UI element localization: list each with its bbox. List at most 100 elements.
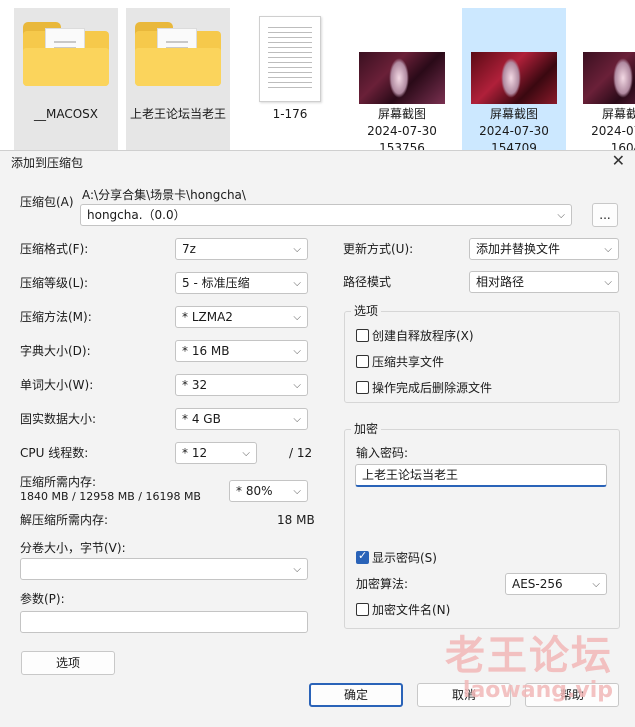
word-select[interactable]: * 32 ⌵	[175, 374, 308, 396]
file-item-screenshot-selected[interactable]: 屏幕截图 2024-07-30 154709	[462, 8, 566, 150]
password-label: 输入密码:	[356, 446, 409, 460]
file-item-label: 1-176	[272, 107, 308, 121]
chevron-down-icon: ⌵	[293, 486, 301, 497]
update-mode-label: 更新方式(U):	[343, 242, 414, 256]
memory-label: 压缩所需内存:	[20, 475, 97, 489]
file-item-date: 2024-07-30	[479, 124, 549, 138]
sfx-label: 创建自释放程序(X)	[372, 329, 474, 343]
file-item-label: 屏幕截图	[601, 107, 635, 121]
chevron-down-icon: ⌵	[293, 278, 301, 289]
folder-icon	[23, 22, 109, 86]
file-item-label: 屏幕截图	[377, 107, 426, 121]
level-select[interactable]: 5 - 标准压缩 ⌵	[175, 272, 308, 294]
chevron-down-icon: ⌵	[293, 380, 301, 391]
file-item-folder[interactable]: 上老王论坛当老王	[126, 8, 230, 150]
encryption-group-title: 加密	[351, 421, 382, 437]
file-item-subname: 1604	[610, 141, 635, 150]
method-label: 压缩方法(M):	[20, 310, 92, 324]
file-item-screenshot[interactable]: 屏幕截图 2024-07-30 1604	[574, 8, 635, 150]
delete-after-checkbox[interactable]	[356, 381, 369, 394]
archive-name-value: hongcha.（0.0）	[87, 208, 186, 222]
solid-select[interactable]: * 4 GB ⌵	[175, 408, 308, 430]
format-label: 压缩格式(F):	[20, 242, 89, 256]
show-password-checkbox[interactable]	[356, 549, 369, 564]
dialog-title: 添加到压缩包	[11, 156, 84, 170]
shared-files-checkbox[interactable]	[356, 355, 369, 368]
archive-label: 压缩包(A)	[20, 195, 74, 209]
split-select[interactable]: ⌵	[20, 558, 308, 580]
path-mode-label: 路径模式	[343, 275, 392, 289]
chevron-down-icon: ⌵	[293, 244, 301, 255]
ok-button[interactable]: 确定	[309, 683, 403, 707]
add-to-archive-dialog: 添加到压缩包 ✕ 压缩包(A) A:\分享合集\场景卡\hongcha\ hon…	[0, 150, 635, 727]
close-icon[interactable]: ✕	[612, 152, 625, 170]
update-mode-select[interactable]: 添加并替换文件 ⌵	[469, 238, 619, 260]
watermark-title: 老王论坛	[445, 633, 613, 679]
method-select[interactable]: * LZMA2 ⌵	[175, 306, 308, 328]
file-explorer-strip: __MACOSX 上老王论坛当老王 1-176 屏幕截图 2024-07-30 …	[0, 0, 635, 150]
file-item-macosx[interactable]: __MACOSX	[14, 8, 118, 150]
split-label: 分卷大小，字节(V):	[20, 541, 126, 555]
shared-files-label: 压缩共享文件	[372, 355, 445, 369]
file-item-date: 2024-07-30	[367, 124, 437, 138]
encryption-method-value: AES-256	[512, 577, 563, 591]
method-value: * LZMA2	[182, 310, 233, 324]
file-item-label: 上老王论坛当老王	[130, 107, 227, 121]
solid-label: 固实数据大小:	[20, 412, 97, 426]
format-value: 7z	[182, 242, 196, 256]
threads-value: * 12	[182, 446, 208, 460]
update-mode-value: 添加并替换文件	[476, 242, 561, 256]
dict-value: * 16 MB	[182, 344, 230, 358]
delete-after-label: 操作完成后删除源文件	[372, 381, 493, 395]
params-label: 参数(P):	[20, 592, 65, 606]
level-label: 压缩等级(L):	[20, 276, 89, 290]
document-icon	[259, 16, 321, 102]
memory-detail: 1840 MB / 12958 MB / 16198 MB	[20, 490, 201, 503]
cancel-button[interactable]: 取消	[417, 683, 511, 707]
image-thumbnail	[583, 52, 635, 104]
memory-value: * 80%	[236, 484, 273, 498]
memory-select[interactable]: * 80% ⌵	[229, 480, 308, 502]
file-item-screenshot[interactable]: 屏幕截图 2024-07-30 153756	[350, 8, 454, 150]
dict-label: 字典大小(D):	[20, 344, 91, 358]
sfx-checkbox[interactable]	[356, 329, 369, 342]
image-thumbnail	[471, 52, 557, 104]
dialog-titlebar: 添加到压缩包 ✕	[0, 151, 635, 173]
threads-label: CPU 线程数:	[20, 446, 89, 460]
options-button[interactable]: 选项	[21, 651, 115, 675]
encryption-method-select[interactable]: AES-256 ⌵	[505, 573, 607, 595]
word-label: 单词大小(W):	[20, 378, 94, 392]
chevron-down-icon: ⌵	[293, 564, 301, 575]
chevron-down-icon: ⌵	[604, 277, 612, 288]
file-item-label: __MACOSX	[33, 107, 98, 121]
chevron-down-icon: ⌵	[242, 448, 250, 459]
help-button[interactable]: 帮助	[525, 683, 619, 707]
decompress-memory-value: 18 MB	[277, 513, 315, 527]
dict-select[interactable]: * 16 MB ⌵	[175, 340, 308, 362]
file-item-subname: 153756	[379, 141, 425, 150]
options-group-title: 选项	[351, 303, 382, 319]
chevron-down-icon: ⌵	[293, 346, 301, 357]
path-mode-select[interactable]: 相对路径 ⌵	[469, 271, 619, 293]
show-password-label: 显示密码(S)	[372, 551, 437, 565]
encrypt-filenames-checkbox[interactable]	[356, 603, 369, 616]
params-input[interactable]	[20, 611, 308, 633]
chevron-down-icon: ⌵	[293, 414, 301, 425]
chevron-down-icon: ⌵	[592, 579, 600, 590]
chevron-down-icon: ⌵	[557, 210, 565, 221]
encrypt-filenames-label: 加密文件名(N)	[372, 603, 451, 617]
format-select[interactable]: 7z ⌵	[175, 238, 308, 260]
archive-name-combo[interactable]: hongcha.（0.0） ⌵	[80, 204, 572, 226]
decompress-memory-label: 解压缩所需内存:	[20, 513, 109, 527]
browse-button[interactable]: ...	[592, 203, 618, 227]
level-value: 5 - 标准压缩	[182, 276, 250, 290]
file-item-label: 屏幕截图	[489, 107, 538, 121]
chevron-down-icon: ⌵	[604, 244, 612, 255]
file-item-document[interactable]: 1-176	[238, 8, 342, 150]
password-input[interactable]: 上老王论坛当老王	[355, 464, 607, 487]
threads-total: / 12	[289, 446, 313, 460]
folder-icon	[135, 22, 221, 86]
file-item-subname: 154709	[491, 141, 537, 150]
threads-select[interactable]: * 12 ⌵	[175, 442, 257, 464]
archive-path: A:\分享合集\场景卡\hongcha\	[82, 188, 246, 202]
